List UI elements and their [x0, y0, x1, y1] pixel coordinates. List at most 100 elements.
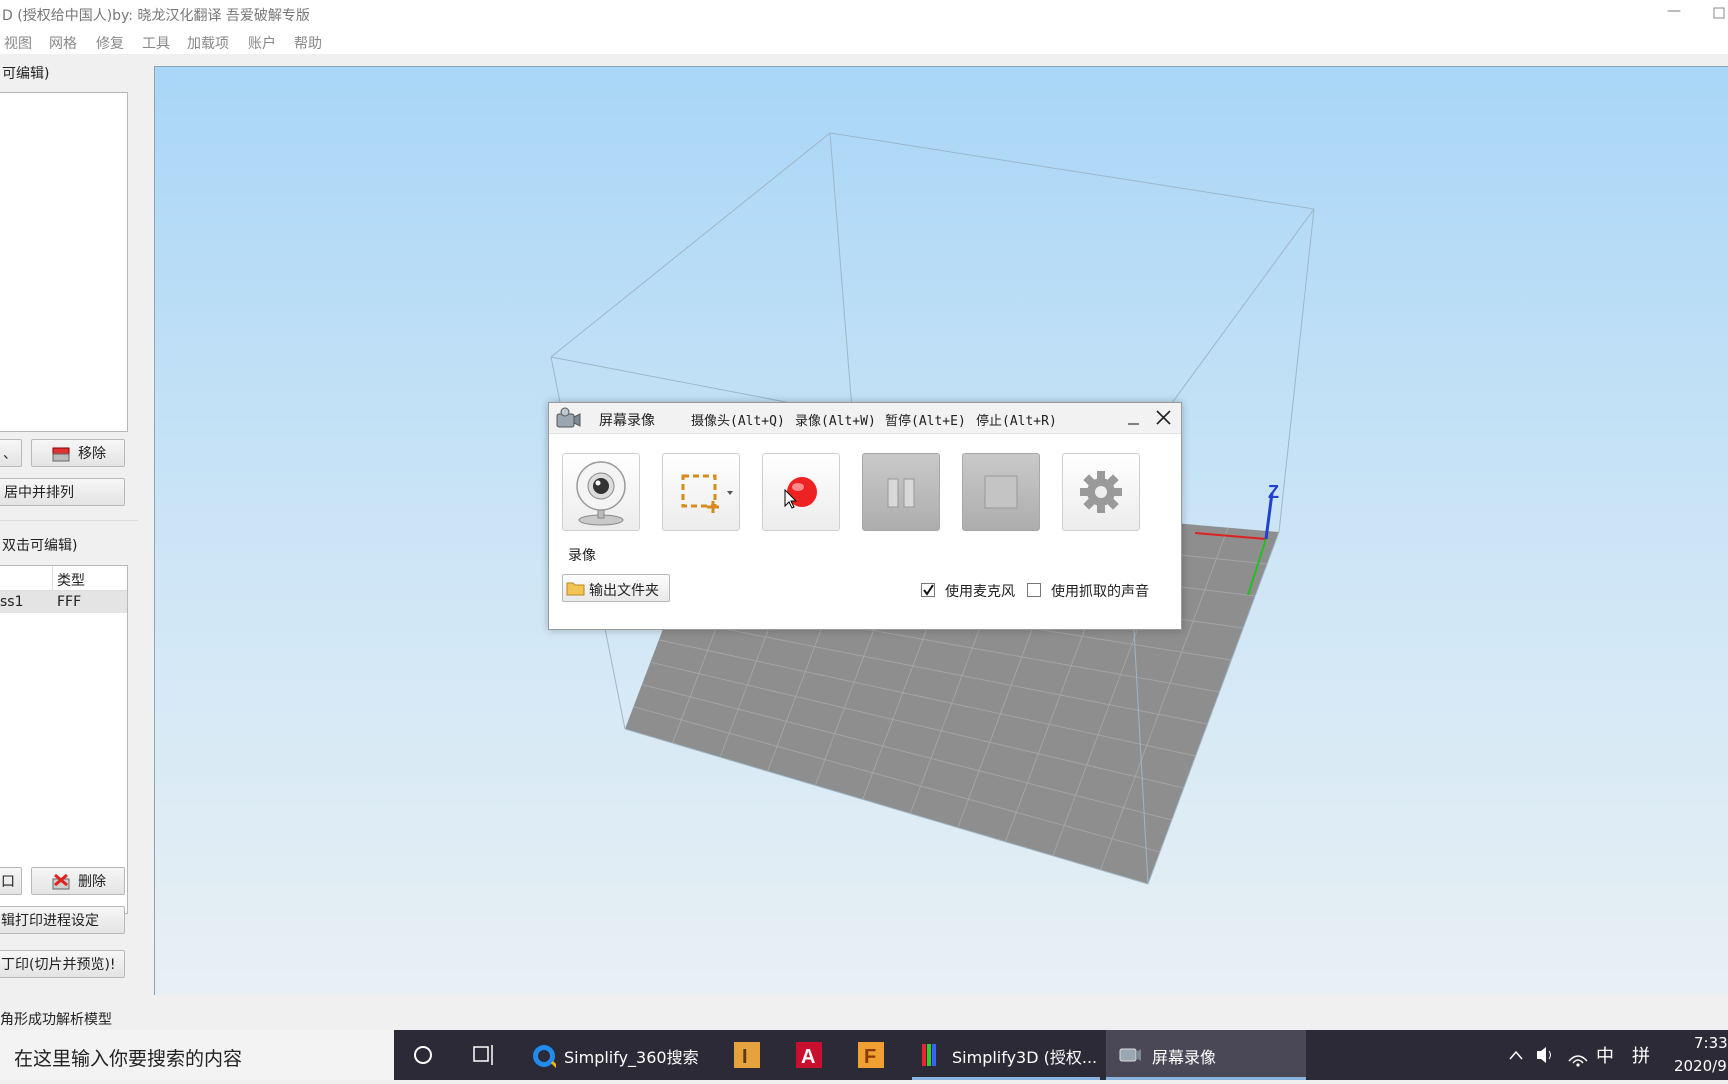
clock-date[interactable]: 2020/9 — [1674, 1057, 1727, 1075]
use-capture-sound-label: 使用抓取的声音 — [1051, 584, 1149, 600]
volume-icon[interactable] — [1534, 1030, 1558, 1080]
taskbar-app-screen-recorder[interactable]: 屏幕录像 — [1106, 1030, 1306, 1080]
taskbar-search-placeholder: 在这里输入你要搜索的内容 — [14, 1048, 243, 1070]
pause-button[interactable] — [862, 453, 940, 531]
webcam-button[interactable] — [562, 453, 640, 531]
column-header-type: 类型 — [57, 573, 85, 589]
column-divider — [52, 566, 53, 590]
record-caption: 录像 — [568, 548, 596, 564]
app-title-bar: D (授权给中国人)by: 晓龙汉化翻译 吾爱破解专版 — — [0, 0, 1728, 28]
dialog-title-bar: 屏幕录像 摄像头(Alt+Q) 录像(Alt+W) 暂停(Alt+E) 停止(A… — [549, 403, 1181, 434]
table-row[interactable]: ss1 FFF — [0, 591, 127, 613]
region-select-icon — [681, 474, 733, 513]
restore-icon — [1713, 7, 1725, 19]
menu-repair[interactable]: 修复 — [96, 33, 124, 53]
region-select-button[interactable] — [662, 453, 740, 531]
status-bar: 角形成功解析模型 — [0, 1006, 1728, 1030]
checkmark-icon — [923, 584, 934, 596]
folder-icon — [566, 582, 585, 596]
taskbar: 在这里输入你要搜索的内容 Simplify_360搜索 I A F Simpli… — [0, 1030, 1728, 1080]
delete-button[interactable]: 删除 — [31, 867, 125, 895]
taskbar-search-box[interactable]: 在这里输入你要搜索的内容 — [0, 1030, 394, 1080]
tray-chevron-up-icon[interactable] — [1506, 1030, 1526, 1080]
add-process-label: 口 — [1, 874, 15, 890]
taskbar-app-i[interactable]: I — [730, 1030, 770, 1080]
menu-tools[interactable]: 工具 — [142, 33, 170, 53]
menu-camera[interactable]: 摄像头(Alt+Q) — [691, 410, 785, 429]
taskbar-app-autocad[interactable]: A — [792, 1030, 832, 1080]
use-mic-checkbox[interactable] — [921, 583, 935, 597]
dialog-minimize-icon[interactable] — [1124, 408, 1144, 428]
pause-icon — [887, 478, 915, 508]
z-axis-label: Z — [1268, 482, 1279, 502]
process-name-cell: ss1 — [0, 594, 24, 610]
taskbar-app-label: Simplify_360搜索 — [564, 1048, 699, 1067]
delete-icon — [52, 873, 70, 890]
webcam-icon — [576, 461, 626, 526]
record-button[interactable] — [762, 453, 840, 531]
menu-stop[interactable]: 停止(Alt+R) — [976, 410, 1057, 429]
taskbar-app-fusion[interactable]: F — [854, 1030, 894, 1080]
autocad-icon: A — [796, 1042, 822, 1068]
remove-button-label: 移除 — [78, 446, 106, 462]
menu-record[interactable]: 录像(Alt+W) — [795, 410, 876, 429]
menu-help[interactable]: 帮助 — [294, 33, 322, 53]
camcorder-icon — [556, 407, 581, 428]
gear-icon — [1080, 471, 1122, 513]
menu-pause[interactable]: 暂停(Alt+E) — [885, 410, 966, 429]
import-button-label: 、 — [3, 446, 17, 462]
task-view-button[interactable] — [466, 1030, 506, 1080]
add-process-button[interactable]: 口 — [0, 867, 22, 895]
screen-recorder-dialog: 屏幕录像 摄像头(Alt+Q) 录像(Alt+W) 暂停(Alt+E) 停止(A… — [548, 402, 1182, 630]
ime-mode-indicator[interactable]: 中 — [1596, 1042, 1614, 1068]
remove-icon — [52, 447, 70, 462]
minimize-button[interactable]: — — [1662, 2, 1686, 24]
record-icon — [784, 477, 817, 509]
svg-text:I: I — [742, 1046, 748, 1068]
use-capture-sound-checkbox[interactable] — [1027, 583, 1041, 597]
wifi-icon[interactable] — [1566, 1030, 1590, 1080]
menu-mesh[interactable]: 网格 — [49, 33, 77, 53]
prepare-print-button[interactable]: 丁印(切片并预览)! — [0, 950, 125, 978]
menu-bar: 视图 网格 修复 工具 加载项 账户 帮助 — [0, 28, 1728, 54]
window-title: D (授权给中国人)by: 晓龙汉化翻译 吾爱破解专版 — [2, 8, 310, 24]
delete-button-label: 删除 — [78, 874, 106, 890]
svg-text:A: A — [801, 1046, 815, 1068]
taskbar-app-360-browser[interactable]: Simplify_360搜索 — [522, 1030, 722, 1080]
ime-pinyin-indicator[interactable]: 拼 — [1632, 1042, 1650, 1068]
edit-process-label: 辑打印进程设定 — [1, 913, 99, 929]
process-type-cell: FFF — [57, 594, 82, 610]
simplify3d-icon — [922, 1044, 936, 1066]
settings-button[interactable] — [1062, 453, 1140, 531]
import-button[interactable]: 、 — [0, 439, 22, 467]
menu-view[interactable]: 视图 — [4, 33, 32, 53]
cortana-button[interactable] — [408, 1030, 448, 1080]
output-folder-label: 输出文件夹 — [589, 583, 659, 599]
models-group-title: 可编辑) — [2, 66, 50, 82]
use-mic-label: 使用麦克风 — [945, 584, 1015, 600]
edit-process-button[interactable]: 辑打印进程设定 — [0, 906, 125, 934]
prepare-print-label: 丁印(切片并预览)! — [1, 957, 116, 973]
fusion-icon: F — [858, 1042, 884, 1068]
left-panel: 可编辑) 、 移除 居中并排列 双击可编辑) 类型 ss1 FFF 口 删除 辑… — [0, 54, 140, 994]
remove-button[interactable]: 移除 — [31, 439, 125, 467]
status-text: 角形成功解析模型 — [0, 1012, 112, 1028]
camcorder-icon — [1119, 1048, 1141, 1062]
restore-button[interactable] — [1706, 2, 1728, 24]
output-folder-button[interactable]: 输出文件夹 — [562, 574, 670, 602]
stop-icon — [984, 475, 1018, 509]
dialog-title: 屏幕录像 — [599, 413, 655, 429]
processes-table[interactable]: 类型 ss1 FFF — [0, 565, 128, 914]
task-view-icon — [473, 1045, 493, 1065]
processes-group-title: 双击可编辑) — [2, 538, 78, 554]
dialog-close-icon[interactable] — [1154, 408, 1174, 428]
clock-time[interactable]: 7:33 — [1694, 1034, 1728, 1052]
stop-button[interactable] — [962, 453, 1040, 531]
taskbar-app-simplify3d[interactable]: Simplify3D (授权... — [912, 1030, 1100, 1080]
models-list[interactable] — [0, 92, 128, 432]
360-browser-icon — [533, 1045, 559, 1069]
center-arrange-label: 居中并排列 — [4, 485, 74, 501]
menu-addons[interactable]: 加载项 — [187, 33, 229, 53]
menu-account[interactable]: 账户 — [248, 33, 276, 53]
center-arrange-button[interactable]: 居中并排列 — [0, 478, 125, 506]
